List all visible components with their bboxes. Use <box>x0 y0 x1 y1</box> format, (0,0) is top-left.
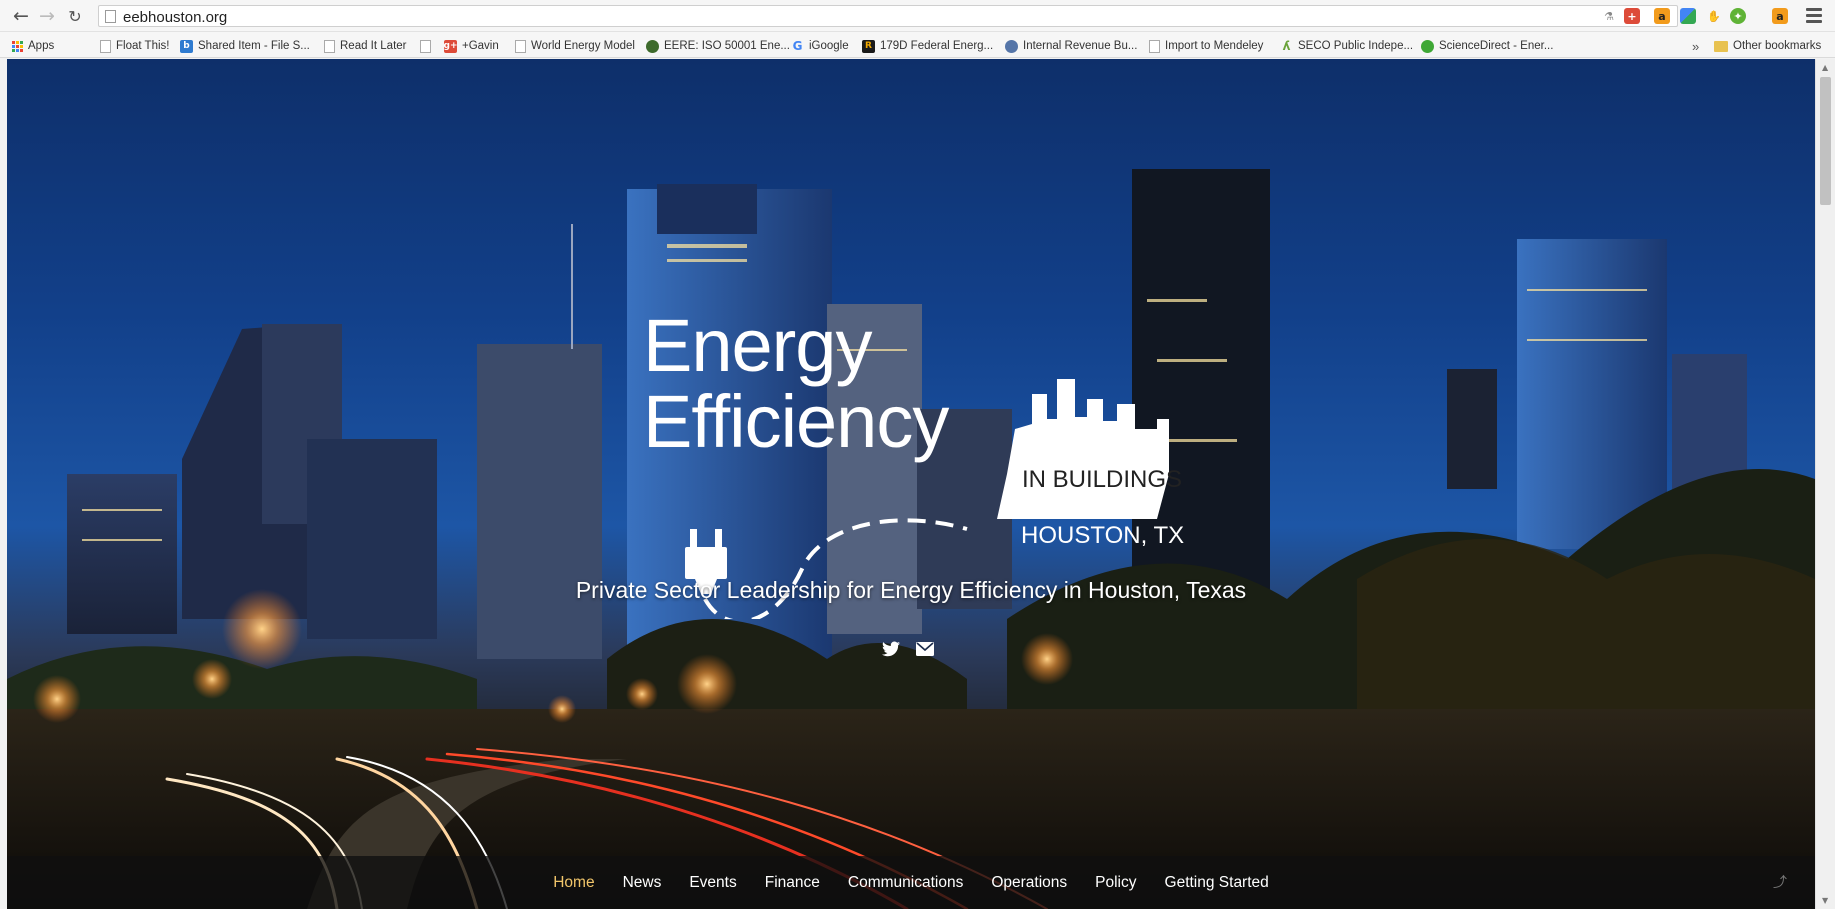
bookmark-untitled[interactable] <box>420 38 436 54</box>
seco-icon: ʎ <box>1282 39 1291 53</box>
bookmark-apps[interactable]: Apps <box>12 38 54 54</box>
bookmark-float-this[interactable]: Float This! <box>100 38 169 54</box>
apps-grid-icon <box>12 40 23 52</box>
bookmark-igoogle[interactable]: G iGoogle <box>791 38 849 54</box>
bookmark-label: +Gavin <box>462 40 499 52</box>
page-icon <box>324 39 335 53</box>
extension-flask-icon[interactable]: ⚗ <box>1601 8 1617 24</box>
logo-word-energy: Energy <box>643 304 872 387</box>
bookmark-seco[interactable]: ʎ SECO Public Indepe... <box>1280 38 1413 54</box>
bookmark-label: 179D Federal Energ... <box>880 40 994 52</box>
bookmark-world-energy-model[interactable]: World Energy Model <box>515 38 635 54</box>
extension-maps-icon[interactable] <box>1680 8 1696 24</box>
hero-section: Energy Efficiency IN BUILDINGS HOUSTON, … <box>7 59 1815 909</box>
logo-location: HOUSTON, TX <box>1021 522 1185 549</box>
page-scrollbar[interactable]: ▲ ▼ <box>1815 59 1835 909</box>
nav-policy[interactable]: Policy <box>1095 874 1136 892</box>
bookmark-label: Other bookmarks <box>1733 40 1822 52</box>
page-icon <box>515 39 526 53</box>
google-icon: G <box>792 39 803 53</box>
bookmark-179d[interactable]: R 179D Federal Energ... <box>862 38 993 54</box>
bookmark-label: ScienceDirect - Ener... <box>1439 40 1554 52</box>
scroll-to-top-icon[interactable]: ⤴ <box>1773 872 1787 892</box>
scrollbar-thumb[interactable] <box>1820 77 1831 205</box>
folder-icon <box>1714 40 1728 52</box>
bookmarks-overflow-chevron-icon[interactable]: » <box>1692 38 1699 54</box>
bookmark-label: World Energy Model <box>531 40 635 52</box>
nav-finance[interactable]: Finance <box>765 874 820 892</box>
irs-icon <box>1005 39 1018 53</box>
reload-icon[interactable]: ↻ <box>64 5 86 27</box>
bookmark-label: Shared Item - File S... <box>198 40 310 52</box>
extension-hand-icon[interactable]: ✋ <box>1706 8 1722 24</box>
back-arrow-icon[interactable]: ← <box>10 5 32 27</box>
bookmark-label: Import to Mendeley <box>1165 40 1264 52</box>
browser-menu-icon[interactable] <box>1806 8 1822 24</box>
bookmark-label: Apps <box>28 40 55 52</box>
nav-news[interactable]: News <box>623 874 662 892</box>
site-tagline: Private Sector Leadership for Energy Eff… <box>575 577 1247 603</box>
nav-communications[interactable]: Communications <box>848 874 963 892</box>
main-navigation: Home News Events Finance Communications … <box>7 856 1815 909</box>
social-links <box>880 638 950 662</box>
nav-events[interactable]: Events <box>689 874 736 892</box>
scroll-down-arrow-icon[interactable]: ▼ <box>1822 896 1828 905</box>
bookmarks-bar: Apps Float This! b Shared Item - File S.… <box>0 32 1835 58</box>
r-icon: R <box>862 39 875 53</box>
extension-amazon-icon[interactable]: a <box>1654 8 1670 24</box>
nav-getting-started[interactable]: Getting Started <box>1165 874 1269 892</box>
bookmark-other-bookmarks[interactable]: Other bookmarks <box>1714 38 1821 54</box>
bookmark-label: Internal Revenue Bu... <box>1023 40 1138 52</box>
extension-plus-icon[interactable]: + <box>1624 8 1640 24</box>
page-icon <box>100 39 111 53</box>
logo-in-buildings: IN BUILDINGS <box>1022 466 1183 493</box>
forward-arrow-icon[interactable]: → <box>36 5 58 27</box>
page-viewport: Energy Efficiency IN BUILDINGS HOUSTON, … <box>0 59 1835 909</box>
page-icon <box>420 39 431 53</box>
bookmark-label: EERE: ISO 50001 Ene... <box>664 40 790 52</box>
bookmark-label: Float This! <box>116 40 170 52</box>
page-icon <box>1149 39 1160 53</box>
page-icon <box>105 10 116 23</box>
bookmark-label: SECO Public Indepe... <box>1298 40 1414 52</box>
extension-amazon-assistant-icon[interactable]: a <box>1772 8 1788 24</box>
site-logo[interactable]: Energy Efficiency IN BUILDINGS HOUSTON, … <box>637 309 1207 619</box>
bookmark-shared-item[interactable]: b Shared Item - File S... <box>180 38 310 54</box>
logo-word-efficiency: Efficiency <box>643 380 949 463</box>
bookmark-label: Read It Later <box>340 40 407 52</box>
bookmark-mendeley[interactable]: Import to Mendeley <box>1149 38 1263 54</box>
address-bar[interactable]: eebhouston.org ☆ <box>98 5 1678 27</box>
doe-seal-icon <box>646 39 659 53</box>
extension-evernote-icon[interactable]: ✦ <box>1730 8 1746 24</box>
browser-toolbar: ← → ↻ eebhouston.org ☆ ⚗ + a ✋ ✦ a <box>0 0 1835 32</box>
nav-operations[interactable]: Operations <box>991 874 1067 892</box>
google-plus-icon: g+ <box>443 39 458 53</box>
twitter-icon[interactable] <box>880 638 902 660</box>
bookmark-sciencedirect[interactable]: ScienceDirect - Ener... <box>1421 38 1553 54</box>
bookmark-irs[interactable]: Internal Revenue Bu... <box>1005 38 1137 54</box>
url-text: eebhouston.org <box>123 9 228 26</box>
box-icon: b <box>180 39 193 53</box>
bookmark-read-it-later[interactable]: Read It Later <box>324 38 406 54</box>
nav-home[interactable]: Home <box>553 874 594 892</box>
bookmark-label: iGoogle <box>809 40 849 52</box>
bookmark-eere[interactable]: EERE: ISO 50001 Ene... <box>646 38 790 54</box>
green-circle-icon <box>1421 39 1434 53</box>
email-icon[interactable] <box>914 638 936 660</box>
scroll-up-arrow-icon[interactable]: ▲ <box>1822 63 1828 72</box>
bookmark-gavin[interactable]: g+ +Gavin <box>444 38 499 54</box>
